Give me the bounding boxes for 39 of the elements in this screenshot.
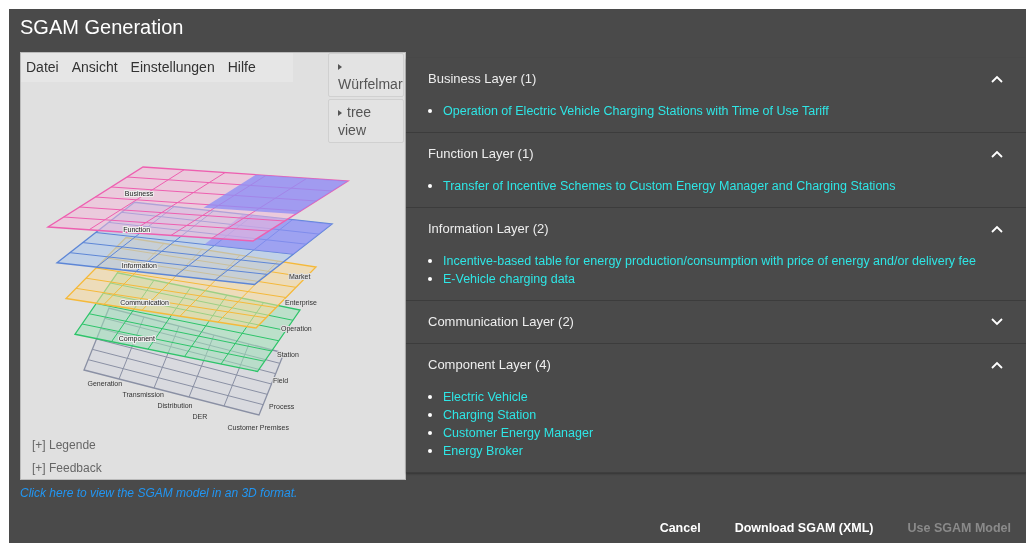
triangle-icon (338, 110, 342, 117)
chevron-up-icon (991, 225, 1003, 233)
dialog-button[interactable]: Download SGAM (XML) (722, 516, 886, 541)
dialog-button[interactable]: Cancel (647, 516, 713, 541)
bullet-icon (428, 184, 432, 188)
layer-item-link[interactable]: Customer Energy Manager (443, 424, 594, 442)
chevron-down-icon (991, 318, 1003, 326)
chevron-up-icon (991, 150, 1003, 158)
bullet-icon (428, 449, 432, 453)
layer-item-link[interactable]: E-Vehicle charging data (443, 270, 576, 288)
layer-item-link[interactable]: Electric Vehicle (443, 388, 528, 406)
accordion-header[interactable]: Information Layer (2) (406, 208, 1026, 250)
layer-item-link[interactable]: Incentive-based table for energy production/consumption with price of energy and/or delivery fee (443, 252, 976, 270)
layer-item-link[interactable]: Energy Broker (443, 442, 523, 460)
dialog-title: SGAM Generation (19, 15, 185, 40)
expand-toggle[interactable]: [+] Feedback (32, 459, 102, 477)
layer-item-link[interactable]: Charging Station (443, 406, 537, 424)
layer-item-link[interactable]: Operation of Electric Vehicle Charging Stations with Time of Use Tariff (443, 102, 829, 120)
expand-toggle[interactable]: [+] Legende (32, 436, 96, 454)
bullet-icon (428, 109, 432, 113)
menu-item[interactable]: Hilfe (227, 57, 256, 78)
menu-item[interactable]: Datei (26, 57, 59, 78)
bullet-icon (428, 395, 432, 399)
accordion-header[interactable]: Function Layer (1) (406, 133, 1026, 175)
menu-item[interactable]: Ansicht (71, 57, 118, 78)
collapsible-panel[interactable]: tree view (328, 99, 404, 143)
bullet-icon (428, 277, 432, 281)
accordion-header[interactable]: Component Layer (4) (406, 344, 1026, 386)
accordion-header[interactable]: Communication Layer (2) (406, 301, 1026, 343)
layer-item-link[interactable]: Transfer of Incentive Schemes to Custom Energy Manager and Charging Stations (443, 177, 896, 195)
bullet-icon (428, 259, 432, 263)
accordion-header[interactable]: Business Layer (1) (406, 58, 1026, 100)
menu-item[interactable]: Einstellungen (130, 57, 215, 78)
bullet-icon (428, 431, 432, 435)
collapsible-panel[interactable]: Würfelmar (328, 53, 404, 97)
bullet-icon (428, 413, 432, 417)
chevron-up-icon (991, 361, 1003, 369)
triangle-icon (338, 64, 342, 71)
chevron-up-icon (991, 75, 1003, 83)
